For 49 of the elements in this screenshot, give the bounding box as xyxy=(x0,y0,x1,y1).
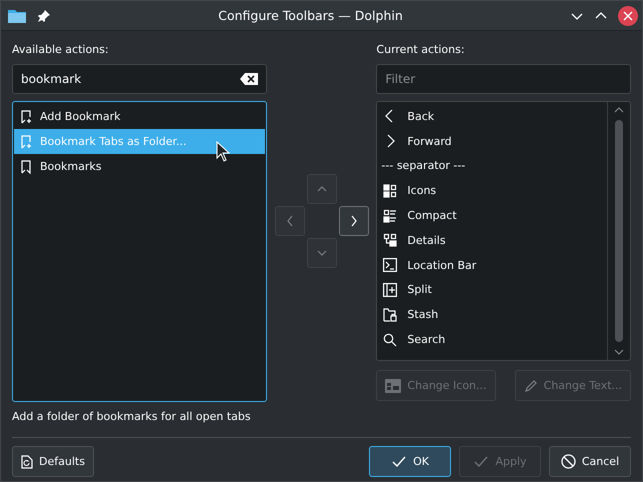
chevron-up-icon xyxy=(316,186,326,192)
list-item[interactable]: Search xyxy=(377,327,608,352)
list-item[interactable]: Add Bookmark xyxy=(14,104,265,129)
mouse-cursor-icon xyxy=(216,141,230,162)
cancel-button[interactable]: Cancel xyxy=(549,446,631,477)
search-icon xyxy=(383,332,398,347)
list-item[interactable]: Bookmarks xyxy=(14,154,265,179)
filter-field[interactable]: Filter xyxy=(376,64,632,94)
stash-icon xyxy=(383,308,398,322)
pencil-icon xyxy=(524,378,538,392)
terminal-icon xyxy=(383,258,398,272)
bookmark-add-icon xyxy=(20,134,32,148)
section-label: Available actions: xyxy=(12,42,110,58)
folder-icon xyxy=(7,8,27,24)
scroll-down-icon[interactable] xyxy=(613,348,626,356)
bookmark-icon xyxy=(20,160,32,174)
compact-icon xyxy=(383,208,398,223)
split-icon xyxy=(383,282,398,297)
move-right-button[interactable] xyxy=(338,206,368,236)
list-item[interactable]: Stash xyxy=(377,302,608,328)
scroll-up-icon[interactable] xyxy=(613,106,626,114)
details-icon xyxy=(383,233,398,248)
list-item[interactable]: Details xyxy=(377,228,608,253)
chevron-left-icon xyxy=(286,215,292,227)
clear-icon[interactable] xyxy=(240,73,258,85)
image-icon xyxy=(385,378,402,392)
cancel-icon xyxy=(560,454,576,469)
list-item[interactable]: Icons xyxy=(377,178,608,204)
ok-button[interactable]: OK xyxy=(369,446,451,477)
list-item[interactable]: Location Bar xyxy=(377,252,608,278)
icons-icon xyxy=(383,184,398,198)
list-item[interactable]: --- separator --- xyxy=(377,154,608,178)
chevron-down-icon xyxy=(316,250,326,256)
pin-icon[interactable] xyxy=(37,8,51,22)
list-item[interactable]: Split xyxy=(377,278,608,302)
chevron-right-icon xyxy=(350,215,356,227)
list-item[interactable]: Forward xyxy=(377,128,608,154)
close-icon[interactable] xyxy=(618,6,638,26)
check-icon xyxy=(473,454,490,468)
check-icon xyxy=(391,454,408,468)
list-item[interactable]: Compact xyxy=(377,203,608,228)
document-icon xyxy=(21,454,33,468)
section-label: Current actions: xyxy=(376,42,466,58)
bookmark-add-icon xyxy=(20,110,32,124)
action-description: Add a folder of bookmarks for all open tabs xyxy=(12,410,251,425)
window-title: Configure Toolbars — Dolphin xyxy=(217,8,404,23)
defaults-button[interactable]: Defaults xyxy=(12,446,94,477)
list-item[interactable]: Back xyxy=(377,104,608,129)
search-field[interactable]: bookmark xyxy=(12,64,267,94)
